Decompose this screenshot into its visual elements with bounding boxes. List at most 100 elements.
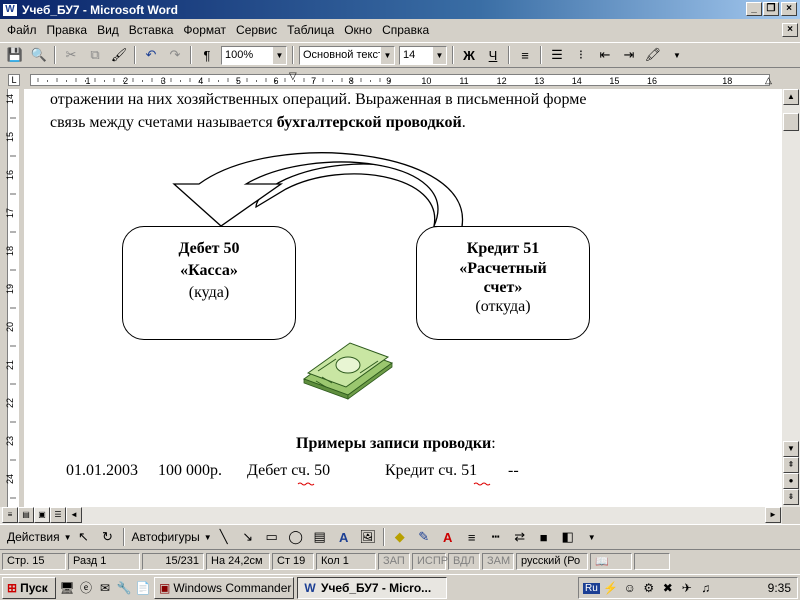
increase-indent-icon[interactable]: ⇥ — [618, 44, 640, 66]
credit-box[interactable]: Кредит 51 «Расчетный счет» (откуда) — [416, 226, 590, 340]
highlight-icon[interactable]: 🖍 — [642, 44, 664, 66]
spelling-status-icon[interactable]: 📖 — [590, 552, 632, 570]
menu-table[interactable]: Таблица — [282, 23, 339, 37]
right-indent-marker-icon[interactable]: △ — [765, 75, 772, 86]
print-layout-view-icon[interactable]: ▣ — [34, 507, 50, 523]
menu-view[interactable]: Вид — [92, 23, 124, 37]
status-rec[interactable]: ЗАП — [378, 552, 410, 570]
numbered-list-icon[interactable]: ☰ — [546, 44, 568, 66]
debit-box[interactable]: Дебет 50 «Касса» (куда) — [122, 226, 296, 340]
font-color-icon[interactable]: A — [437, 526, 459, 548]
horizontal-ruler[interactable]: L 1 2 3 4 5 6 7 8 9 10 11 12 13 14 15 16 18 ▽ △ — [0, 71, 800, 89]
menu-help[interactable]: Справка — [377, 23, 434, 37]
tray-icon-4[interactable]: ✖ — [660, 580, 676, 596]
quick-launch-icon[interactable]: 🖥 — [59, 580, 75, 596]
wordart-icon[interactable]: A — [333, 526, 355, 548]
scroll-thumb[interactable] — [783, 113, 799, 131]
free-rotate-icon[interactable]: ↻ — [97, 526, 119, 548]
next-page-icon[interactable]: ⇟ — [783, 489, 799, 505]
taskbar-item-word[interactable]: W Учеб_БУ7 - Micro... — [297, 576, 447, 599]
redo-icon[interactable]: ↷ — [164, 44, 186, 66]
menu-tools[interactable]: Сервис — [231, 23, 282, 37]
normal-view-icon[interactable]: ≡ — [2, 507, 18, 523]
quick-launch-icon-4[interactable]: 📄 — [135, 580, 151, 596]
scroll-up-icon[interactable]: ▲ — [783, 89, 799, 105]
taskbar-item-commander[interactable]: ▣ Windows Commander ... — [154, 576, 294, 599]
line-tool-icon[interactable]: ╲ — [213, 526, 235, 548]
menu-file[interactable]: Файл — [2, 23, 42, 37]
arrow-style-icon[interactable]: ⇄ — [509, 526, 531, 548]
menu-format[interactable]: Формат — [178, 23, 231, 37]
fill-color-icon[interactable]: ◆ — [389, 526, 411, 548]
tray-icon-3[interactable]: ⚙ — [641, 580, 657, 596]
quick-launch-icon-2[interactable]: ✉ — [97, 580, 113, 596]
textbox-tool-icon[interactable]: ▤ — [309, 526, 331, 548]
cut-icon[interactable]: ✂ — [60, 44, 82, 66]
vertical-scrollbar[interactable]: ▲ ▼ ⇞ ● ⇟ — [782, 89, 800, 507]
actions-menu[interactable]: Действия — [3, 530, 64, 544]
menu-edit[interactable]: Правка — [42, 23, 93, 37]
dash-style-icon[interactable]: ┅ — [485, 526, 507, 548]
tab-selector-icon[interactable]: L — [8, 74, 20, 86]
oval-tool-icon[interactable]: ◯ — [285, 526, 307, 548]
bold-button[interactable]: Ж — [458, 44, 480, 66]
copy-icon[interactable]: ⧉ — [84, 44, 106, 66]
maximize-button[interactable]: ❐ — [763, 2, 779, 16]
shadow-icon[interactable]: ■ — [533, 526, 555, 548]
clipart-icon[interactable]: 🖼 — [357, 526, 379, 548]
document-page[interactable]: отражении на них хозяйственных операций.… — [24, 89, 782, 507]
tray-icon-1[interactable]: ⚡ — [603, 580, 619, 596]
3d-icon[interactable]: ◧ — [557, 526, 579, 548]
menu-window[interactable]: Окно — [339, 23, 377, 37]
language-indicator[interactable]: Ru — [583, 582, 600, 594]
align-center-icon[interactable]: ≡ — [514, 44, 536, 66]
ruler-number: 16 — [647, 76, 657, 86]
status-ovr[interactable]: ЗАМ — [482, 552, 514, 570]
start-button[interactable]: ⊞ Пуск — [2, 576, 56, 599]
status-ext[interactable]: ВДЛ — [448, 552, 480, 570]
status-trk[interactable]: ИСПР — [412, 552, 448, 570]
bullet-list-icon[interactable]: ⁝ — [570, 44, 592, 66]
line-style-icon[interactable]: ≡ — [461, 526, 483, 548]
web-view-icon[interactable]: ▤ — [18, 507, 34, 523]
scroll-left-icon[interactable]: ◄ — [66, 507, 82, 523]
clock[interactable]: 9:35 — [768, 581, 791, 595]
font-size-select[interactable]: 14 ▼ — [399, 45, 447, 65]
scroll-down-icon[interactable]: ▼ — [783, 441, 799, 457]
money-stack-clipart[interactable] — [296, 341, 396, 401]
toolbar-options-icon[interactable]: ▼ — [666, 44, 688, 66]
zoom-select[interactable]: 100% ▼ — [221, 45, 287, 65]
line-color-icon[interactable]: ✎ — [413, 526, 435, 548]
toolbar-options-icon[interactable]: ▼ — [581, 526, 603, 548]
select-browse-object-icon[interactable]: ● — [783, 473, 799, 489]
save-icon[interactable]: 💾 — [4, 44, 26, 66]
menu-insert[interactable]: Вставка — [124, 23, 179, 37]
outline-view-icon[interactable]: ☰ — [50, 507, 66, 523]
pilcrow-button[interactable]: ¶ — [196, 44, 218, 66]
word-app-icon[interactable]: W — [2, 2, 18, 17]
tray-icon-6[interactable]: ♫ — [698, 580, 714, 596]
indent-marker-icon[interactable]: ▽ — [289, 71, 297, 82]
vertical-ruler[interactable]: 14 15 16 17 18 19 20 21 22 23 24 — [2, 89, 22, 507]
format-painter-icon[interactable]: 🖌 — [108, 44, 130, 66]
quick-launch-icon-3[interactable]: 🔧 — [116, 580, 132, 596]
undo-icon[interactable]: ↶ — [140, 44, 162, 66]
decrease-indent-icon[interactable]: ⇤ — [594, 44, 616, 66]
style-select[interactable]: Основной текст ▼ — [299, 45, 395, 65]
autoshapes-menu[interactable]: Автофигуры — [128, 530, 204, 544]
minimize-button[interactable]: _ — [746, 2, 762, 16]
select-objects-icon[interactable]: ↖ — [73, 526, 95, 548]
tray-icon-2[interactable]: ☺ — [622, 580, 638, 596]
prev-page-icon[interactable]: ⇞ — [783, 457, 799, 473]
underline-button[interactable]: Ч — [482, 44, 504, 66]
arrow-tool-icon[interactable]: ↘ — [237, 526, 259, 548]
print-preview-icon[interactable]: 🔍 — [28, 44, 50, 66]
status-language[interactable]: русский (Ро — [516, 552, 588, 570]
ie-icon[interactable]: ⓔ — [78, 580, 94, 596]
horizontal-scrollbar[interactable]: ≡ ▤ ▣ ☰ ◄ ► — [0, 507, 782, 524]
close-button[interactable]: × — [781, 2, 797, 16]
doc-close-button[interactable]: × — [782, 23, 798, 37]
tray-icon-5[interactable]: ✈ — [679, 580, 695, 596]
rectangle-tool-icon[interactable]: ▭ — [261, 526, 283, 548]
scroll-right-icon[interactable]: ► — [765, 507, 781, 523]
